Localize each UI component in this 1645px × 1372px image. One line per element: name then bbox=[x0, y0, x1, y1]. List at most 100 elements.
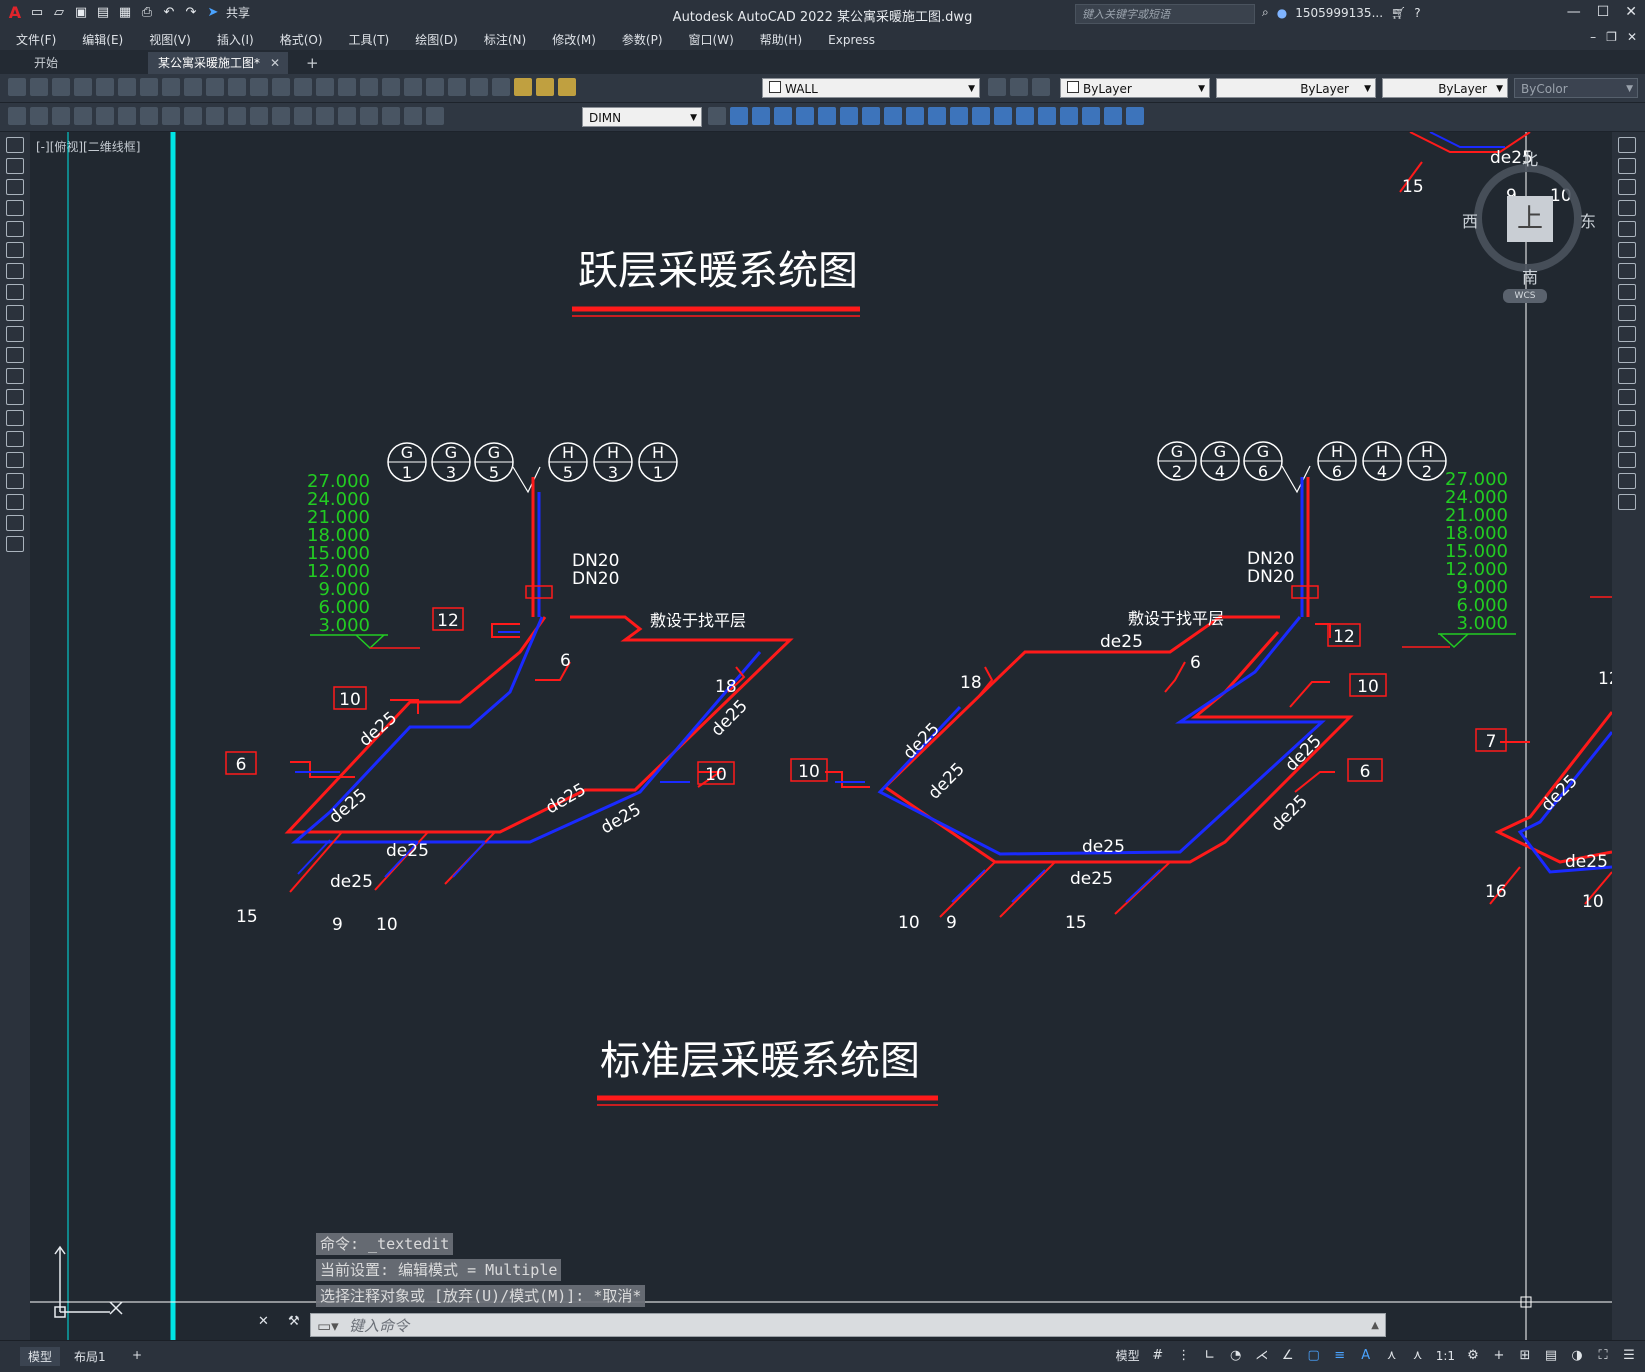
dim-aligned-icon[interactable] bbox=[30, 107, 48, 125]
publish-icon[interactable]: ▦ bbox=[116, 3, 134, 21]
break-at-point-icon[interactable] bbox=[1618, 368, 1636, 384]
doc-restore-icon[interactable]: ❐ bbox=[1606, 30, 1617, 44]
undo-icon[interactable]: ↶ bbox=[160, 3, 178, 21]
extend-icon[interactable] bbox=[1618, 347, 1636, 363]
make-current-icon[interactable] bbox=[988, 78, 1006, 96]
zoom-icon[interactable] bbox=[294, 78, 312, 96]
snap-icon[interactable]: ⋮ bbox=[1176, 1348, 1192, 1364]
box-icon[interactable] bbox=[730, 107, 748, 125]
move-face-icon[interactable] bbox=[1082, 107, 1100, 125]
cut-icon[interactable] bbox=[140, 78, 158, 96]
zoom-window-icon[interactable] bbox=[316, 78, 334, 96]
rotate-icon[interactable] bbox=[1618, 263, 1636, 279]
taper-face-icon[interactable] bbox=[1126, 107, 1144, 125]
dim-ordinate-icon[interactable] bbox=[74, 107, 92, 125]
user-name[interactable]: 1505999135... bbox=[1295, 6, 1383, 20]
search-icon[interactable]: ⌕ bbox=[1262, 5, 1269, 20]
dim-update-icon[interactable] bbox=[426, 107, 444, 125]
tab-close-icon[interactable]: ✕ bbox=[270, 52, 280, 74]
model-space-label[interactable]: 模型 bbox=[1116, 1347, 1140, 1364]
join-icon[interactable] bbox=[1618, 410, 1636, 426]
annotation-visibility-icon[interactable]: A bbox=[1358, 1348, 1374, 1364]
command-prompt-icon[interactable]: ▭▾ bbox=[317, 1314, 339, 1338]
help-icon[interactable]: ? bbox=[1414, 6, 1420, 20]
spline-icon[interactable] bbox=[6, 305, 24, 321]
circle-icon[interactable] bbox=[6, 263, 24, 279]
center-mark-icon[interactable] bbox=[316, 107, 334, 125]
design-center-icon[interactable] bbox=[360, 78, 378, 96]
menu-file[interactable]: 文件(F) bbox=[0, 28, 66, 48]
dim-angular-icon[interactable] bbox=[162, 107, 180, 125]
layer-previous-icon[interactable] bbox=[1010, 78, 1028, 96]
add-selected-icon[interactable] bbox=[6, 536, 24, 552]
menu-dimension[interactable]: 标注(N) bbox=[468, 28, 536, 48]
extract-edges-icon[interactable] bbox=[928, 107, 946, 125]
construction-line-icon[interactable] bbox=[6, 158, 24, 174]
doc-minimize-icon[interactable]: – bbox=[1590, 30, 1596, 44]
menu-view[interactable]: 视图(V) bbox=[133, 28, 201, 48]
cart-icon[interactable]: 🛒︎ bbox=[1391, 6, 1406, 20]
command-input[interactable]: ▭▾ 键入命令 ▲ bbox=[310, 1313, 1386, 1337]
annotation-scale-icon[interactable]: ⋏ bbox=[1410, 1348, 1426, 1364]
new-file-icon[interactable]: ▭ bbox=[28, 3, 46, 21]
trim-icon[interactable] bbox=[1618, 326, 1636, 342]
polar-icon[interactable]: ◔ bbox=[1228, 1348, 1244, 1364]
dimstyle-select[interactable]: DIMN ▼ bbox=[582, 107, 702, 127]
undo-tool-icon[interactable] bbox=[228, 78, 246, 96]
section-icon[interactable] bbox=[884, 107, 902, 125]
break-icon[interactable] bbox=[1618, 389, 1636, 405]
lineweight-select[interactable]: ByLayer ▼ bbox=[1382, 78, 1508, 98]
copy-icon[interactable] bbox=[162, 78, 180, 96]
customize-menu-icon[interactable]: ☰ bbox=[1621, 1348, 1637, 1364]
mtext-icon[interactable] bbox=[6, 515, 24, 531]
menu-format[interactable]: 格式(O) bbox=[264, 28, 333, 48]
close-icon[interactable]: ✕ bbox=[1625, 4, 1637, 20]
ortho-icon[interactable]: ∟ bbox=[1202, 1348, 1218, 1364]
dim-diameter-icon[interactable] bbox=[140, 107, 158, 125]
units-icon[interactable]: ⊞ bbox=[1517, 1348, 1533, 1364]
jogged-linear-icon[interactable] bbox=[360, 107, 378, 125]
shell-icon[interactable] bbox=[994, 107, 1012, 125]
explode-icon[interactable] bbox=[1618, 494, 1636, 510]
quick-properties-icon[interactable]: ▤ bbox=[1543, 1348, 1559, 1364]
revcloud-icon[interactable] bbox=[6, 284, 24, 300]
isodraft-icon[interactable]: ⋌ bbox=[1254, 1348, 1270, 1364]
redo-icon[interactable]: ↷ bbox=[182, 3, 200, 21]
polygon-icon[interactable] bbox=[6, 200, 24, 216]
intersect-icon[interactable] bbox=[796, 107, 814, 125]
command-close-icon[interactable]: ✕ bbox=[258, 1314, 269, 1329]
tab-start[interactable]: 开始 bbox=[24, 52, 68, 74]
preview-icon[interactable] bbox=[96, 78, 114, 96]
menu-parametric[interactable]: 参数(P) bbox=[606, 28, 673, 48]
ellipse-arc-icon[interactable] bbox=[6, 347, 24, 363]
dim-jogged-icon[interactable] bbox=[118, 107, 136, 125]
separate-icon[interactable] bbox=[1016, 107, 1034, 125]
layout-tab[interactable]: 布局1 bbox=[66, 1347, 114, 1366]
annotation-scale-value[interactable]: 1:1 bbox=[1436, 1349, 1455, 1363]
menu-modify[interactable]: 修改(M) bbox=[536, 28, 606, 48]
layer-match-icon[interactable] bbox=[1032, 78, 1050, 96]
insert-block-icon[interactable] bbox=[6, 368, 24, 384]
command-history-toggle-icon[interactable]: ▲ bbox=[1371, 1314, 1379, 1338]
fullscreen-icon[interactable]: ⛶ bbox=[1595, 1348, 1611, 1364]
layer-manager-icon[interactable] bbox=[492, 78, 510, 96]
dim-baseline-icon[interactable] bbox=[206, 107, 224, 125]
pan-icon[interactable] bbox=[272, 78, 290, 96]
dim-text-edit-icon[interactable] bbox=[404, 107, 422, 125]
share-label[interactable]: 共享 bbox=[226, 4, 250, 21]
fillet-icon[interactable] bbox=[1618, 452, 1636, 468]
menu-draw[interactable]: 绘图(D) bbox=[399, 28, 468, 48]
array-icon[interactable] bbox=[1618, 221, 1636, 237]
lineweight-icon[interactable]: ≡ bbox=[1332, 1348, 1348, 1364]
grid-icon[interactable]: # bbox=[1150, 1348, 1166, 1364]
dim-space-icon[interactable] bbox=[250, 107, 268, 125]
viewcube-south[interactable]: 南 bbox=[1522, 264, 1538, 288]
extrude-icon[interactable] bbox=[818, 107, 836, 125]
menu-tools[interactable]: 工具(T) bbox=[333, 28, 400, 48]
add-layout-icon[interactable]: + bbox=[124, 1347, 150, 1363]
open-icon[interactable] bbox=[30, 78, 48, 96]
paste-icon[interactable] bbox=[184, 78, 202, 96]
interfere-icon[interactable] bbox=[906, 107, 924, 125]
layer-select[interactable]: WALL ▼ bbox=[762, 78, 980, 98]
menu-edit[interactable]: 编辑(E) bbox=[66, 28, 133, 48]
